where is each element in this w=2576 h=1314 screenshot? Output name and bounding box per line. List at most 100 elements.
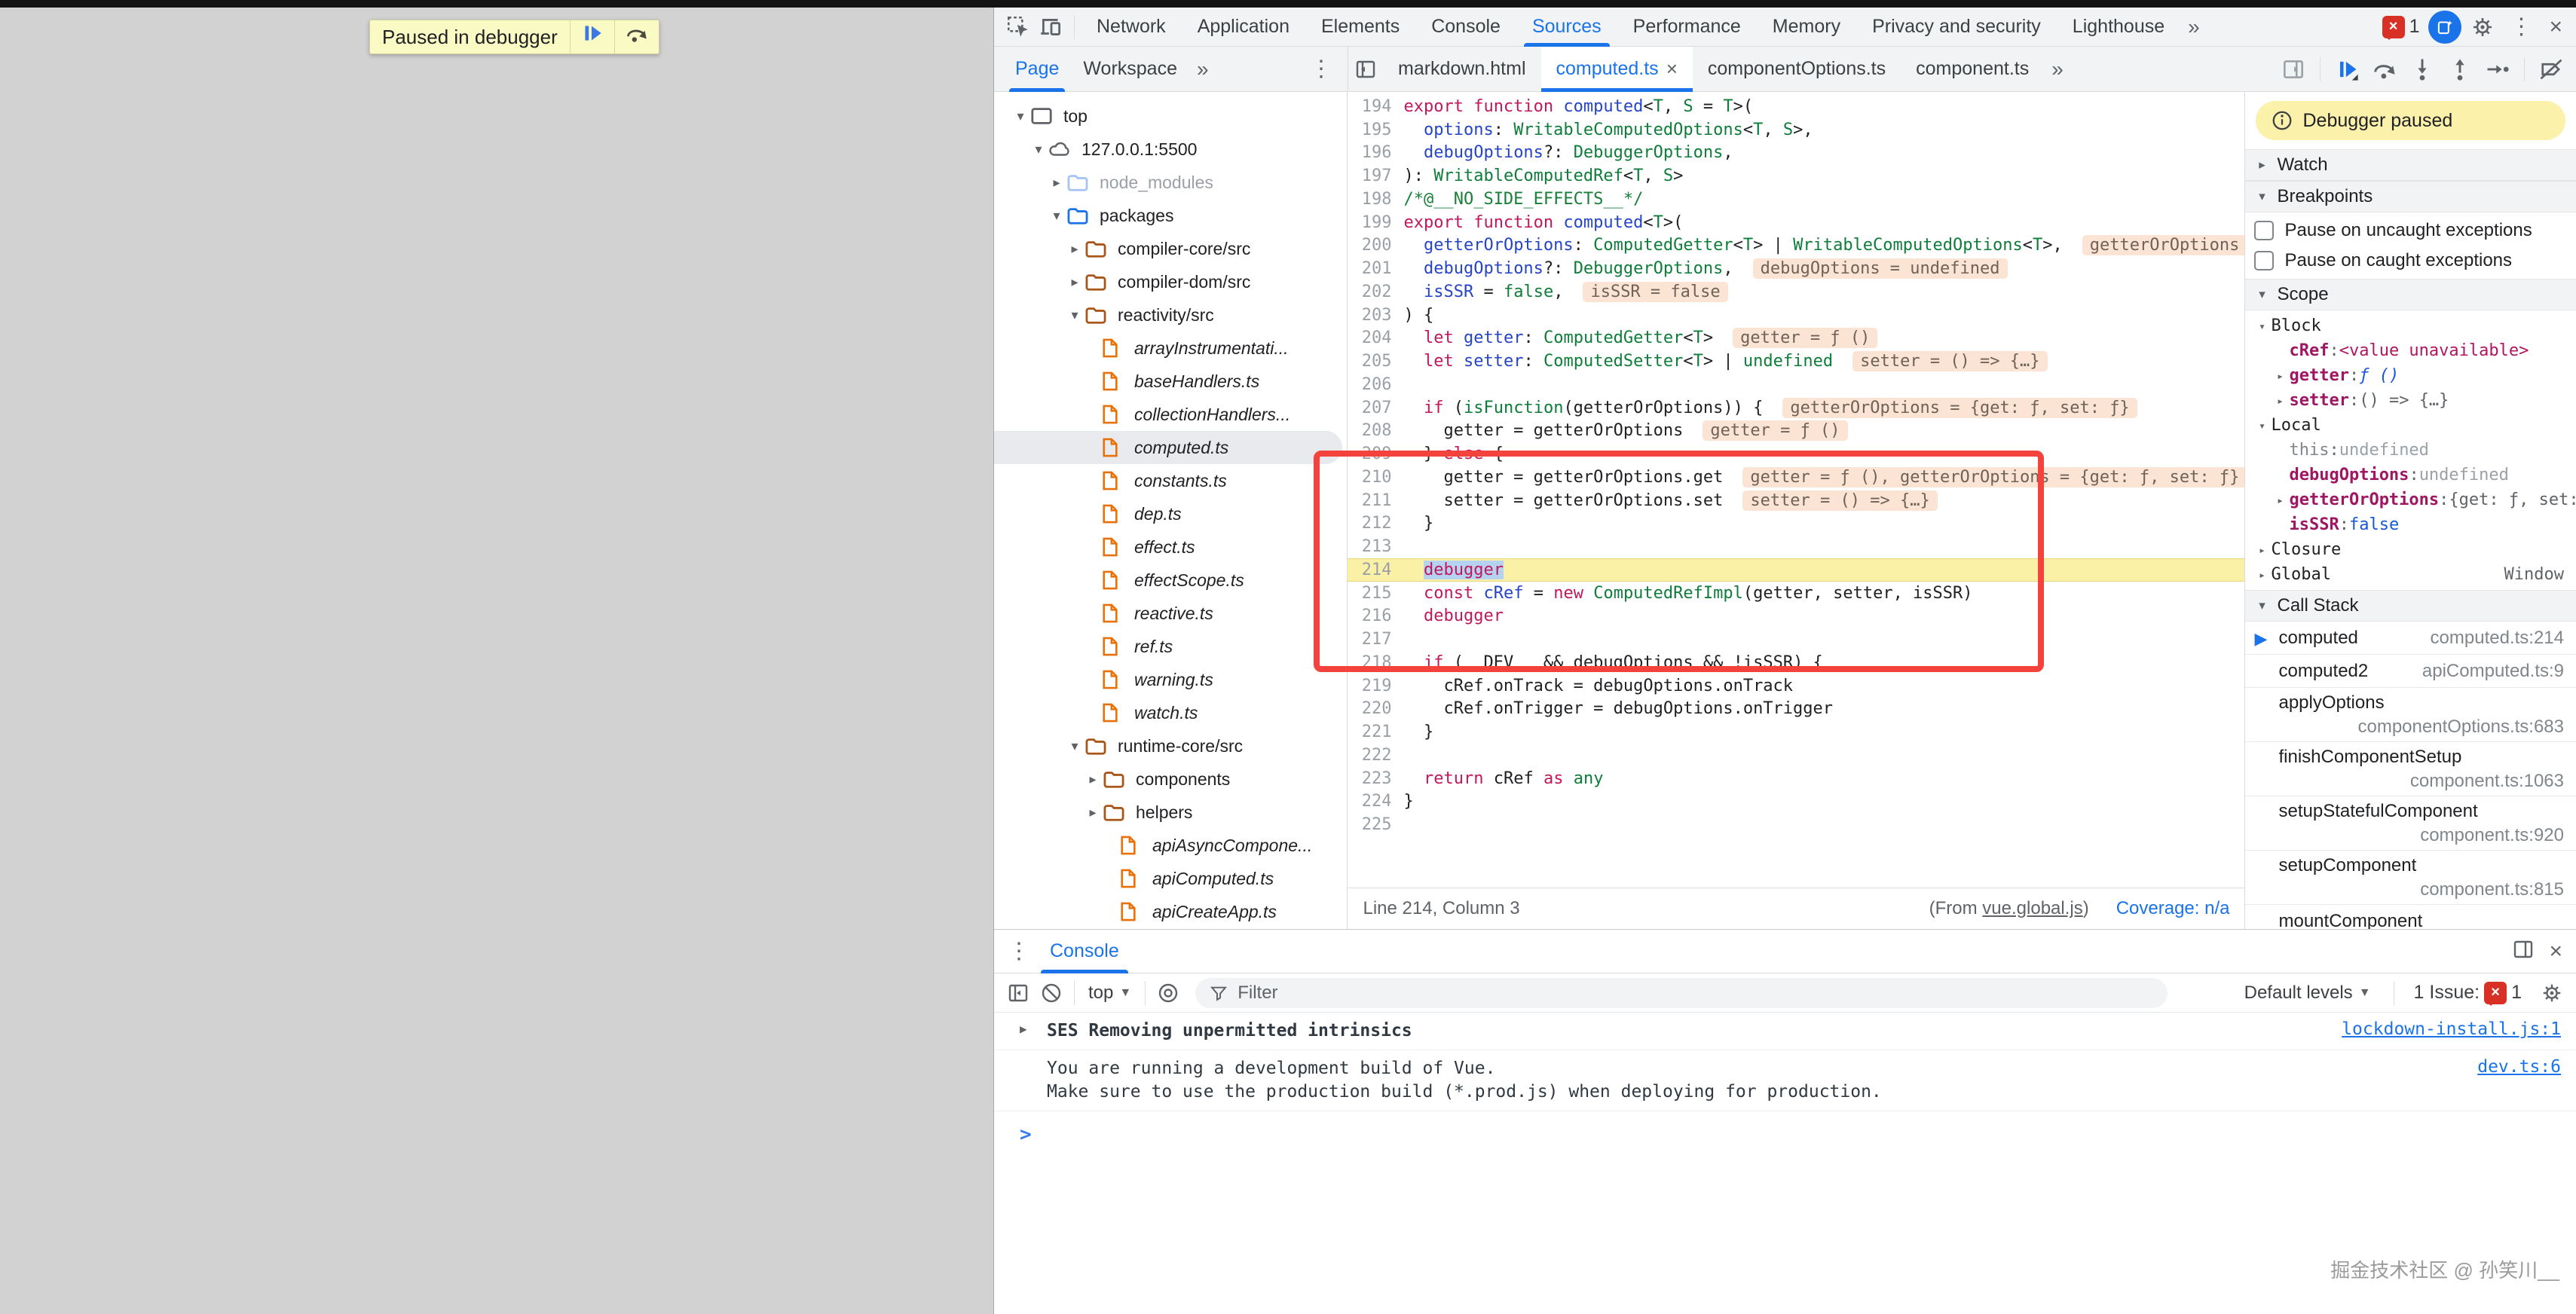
- console-filter-input[interactable]: Filter: [1195, 978, 2168, 1008]
- dock-drawer-icon[interactable]: [2511, 937, 2535, 965]
- tree-file-apicreateapp-ts[interactable]: apiCreateApp.ts: [994, 895, 1347, 928]
- editor-tab-computed-ts[interactable]: computed.ts×: [1541, 47, 1693, 92]
- code-line[interactable]: 211 setter = getterOrOptions.setsetter =…: [1348, 489, 2244, 512]
- call-stack-frame-computed[interactable]: ▶computedcomputed.ts:214: [2245, 622, 2576, 655]
- checkbox-unchecked[interactable]: [2254, 221, 2274, 240]
- tab-sources[interactable]: Sources: [1516, 8, 1617, 47]
- device-toolbar-icon[interactable]: [1035, 11, 1068, 44]
- console-source-link[interactable]: lockdown-install.js:1: [2342, 1019, 2561, 1039]
- deactivate-breakpoints-icon[interactable]: [2534, 52, 2568, 87]
- code-line[interactable]: 219 cRef.onTrack = debugOptions.onTrack: [1348, 674, 2244, 698]
- tree-folder-node-modules[interactable]: ▸node_modules: [994, 166, 1347, 199]
- tree-file-apicomputed-ts[interactable]: apiComputed.ts: [994, 862, 1347, 895]
- more-tabs-icon[interactable]: »: [2180, 15, 2207, 39]
- tree-file-ref-ts[interactable]: ref.ts: [994, 630, 1347, 663]
- step-icon[interactable]: [2480, 52, 2515, 87]
- call-stack-section-header[interactable]: ▾ Call Stack: [2245, 590, 2576, 622]
- scope-group-block[interactable]: ▾Block: [2245, 313, 2576, 338]
- tree-file-apiasynccompone[interactable]: apiAsyncCompone...: [994, 829, 1347, 862]
- editor-tab-markdown-html[interactable]: markdown.html: [1383, 47, 1541, 92]
- tree-folder-127-0-0-1-5500[interactable]: ▾127.0.0.1:5500: [994, 133, 1347, 166]
- code-line[interactable]: 204 let getter: ComputedGetter<T>getter …: [1348, 327, 2244, 350]
- editor-more-tabs-icon[interactable]: »: [2044, 57, 2071, 81]
- scope-var-isssr[interactable]: isSSR: false: [2245, 512, 2576, 537]
- scope-var-setter[interactable]: ▸setter: () => {…}: [2245, 388, 2576, 413]
- navigator-tab-workspace[interactable]: Workspace: [1071, 47, 1189, 92]
- editor-tab-component-ts[interactable]: component.ts: [1901, 47, 2044, 92]
- expand-triangle-icon[interactable]: ▶: [1020, 1022, 1027, 1036]
- code-line[interactable]: 209 } else {: [1348, 442, 2244, 466]
- close-drawer-icon[interactable]: ×: [2543, 939, 2568, 964]
- code-line[interactable]: 216 debugger: [1348, 605, 2244, 628]
- step-into-icon[interactable]: [2405, 52, 2440, 87]
- navigator-tab-page[interactable]: Page: [1003, 47, 1071, 92]
- call-stack-frame-setupstatefulcomponent[interactable]: setupStatefulComponentcomponent.ts:920: [2245, 796, 2576, 851]
- code-line[interactable]: 221 }: [1348, 720, 2244, 744]
- settings-gear-icon[interactable]: [2466, 11, 2499, 44]
- call-stack-frame-finishcomponentsetup[interactable]: finishComponentSetupcomponent.ts:1063: [2245, 742, 2576, 796]
- tree-file-collectionhandlers[interactable]: collectionHandlers...: [994, 398, 1347, 431]
- tree-file-constants-ts[interactable]: constants.ts: [994, 464, 1347, 497]
- code-line[interactable]: 206: [1348, 373, 2244, 396]
- code-line[interactable]: 218 if (__DEV__ && debugOptions && !isSS…: [1348, 651, 2244, 674]
- tree-folder-compiler-dom-src[interactable]: ▸compiler-dom/src: [994, 265, 1347, 298]
- execution-line[interactable]: 214 debugger: [1348, 558, 2244, 582]
- inspect-element-icon[interactable]: [1002, 11, 1035, 44]
- editor-tab-componentoptions-ts[interactable]: componentOptions.ts: [1693, 47, 1901, 92]
- tree-file-effectscope-ts[interactable]: effectScope.ts: [994, 564, 1347, 597]
- code-line[interactable]: 220 cRef.onTrigger = debugOptions.onTrig…: [1348, 698, 2244, 721]
- scope-section-header[interactable]: ▾ Scope: [2245, 279, 2576, 310]
- scope-group-local[interactable]: ▾Local: [2245, 413, 2576, 438]
- step-out-icon[interactable]: [2443, 52, 2477, 87]
- code-line[interactable]: 212 }: [1348, 512, 2244, 536]
- source-map-link[interactable]: vue.global.js: [1982, 898, 2082, 918]
- call-stack-frame-setupcomponent[interactable]: setupComponentcomponent.ts:815: [2245, 851, 2576, 905]
- code-line[interactable]: 201 debugOptions?: DebuggerOptions,debug…: [1348, 257, 2244, 280]
- watch-section-header[interactable]: ▸ Watch: [2245, 149, 2576, 181]
- tree-folder-packages[interactable]: ▾packages: [994, 199, 1347, 232]
- tab-network[interactable]: Network: [1081, 8, 1182, 47]
- code-line[interactable]: 208 getter = getterOrOptionsgetter = ƒ (…: [1348, 420, 2244, 443]
- code-line[interactable]: 222: [1348, 744, 2244, 767]
- navigator-kebab-icon[interactable]: ⋮: [1304, 56, 1338, 82]
- tree-file-reactive-ts[interactable]: reactive.ts: [994, 597, 1347, 630]
- scope-var-this[interactable]: this: undefined: [2245, 438, 2576, 463]
- code-line[interactable]: 210 getter = getterOrOptions.getgetter =…: [1348, 466, 2244, 489]
- tree-file-arrayinstrumentati[interactable]: arrayInstrumentati...: [994, 332, 1347, 365]
- code-line[interactable]: 198/*@__NO_SIDE_EFFECTS__*/: [1348, 188, 2244, 211]
- tab-performance[interactable]: Performance: [1617, 8, 1757, 47]
- dock-side-icon[interactable]: [2276, 52, 2311, 87]
- banner-resume-button[interactable]: [570, 20, 614, 53]
- code-line[interactable]: 205 let setter: ComputedSetter<T> | unde…: [1348, 350, 2244, 373]
- code-line[interactable]: 200 getterOrOptions: ComputedGetter<T> |…: [1348, 234, 2244, 258]
- breakpoint-option-pause-on-caught-exceptions[interactable]: Pause on caught exceptions: [2245, 246, 2576, 276]
- code-line[interactable]: 197): WritableComputedRef<T, S>: [1348, 164, 2244, 188]
- code-line[interactable]: 224}: [1348, 790, 2244, 814]
- tree-folder-components[interactable]: ▸components: [994, 762, 1347, 796]
- tab-application[interactable]: Application: [1182, 8, 1305, 47]
- tab-console[interactable]: Console: [1415, 8, 1516, 47]
- code-area[interactable]: 194export function computed<T, S = T>(19…: [1348, 92, 2244, 888]
- tab-console[interactable]: Console: [1036, 930, 1133, 973]
- code-line[interactable]: 196 debugOptions?: DebuggerOptions,: [1348, 142, 2244, 165]
- call-stack-frame-computed2[interactable]: computed2apiComputed.ts:9: [2245, 655, 2576, 688]
- tab-elements[interactable]: Elements: [1305, 8, 1415, 47]
- close-devtools-icon[interactable]: ×: [2543, 14, 2568, 40]
- code-line[interactable]: 215 const cRef = new ComputedRefImpl(get…: [1348, 582, 2244, 605]
- tree-file-watch-ts[interactable]: watch.ts: [994, 696, 1347, 729]
- call-stack-frame-applyoptions[interactable]: applyOptionscomponentOptions.ts:683: [2245, 688, 2576, 742]
- breakpoints-section-header[interactable]: ▾ Breakpoints: [2245, 181, 2576, 212]
- breakpoint-option-pause-on-uncaught-exceptions[interactable]: Pause on uncaught exceptions: [2245, 215, 2576, 246]
- console-sidebar-icon[interactable]: [1002, 976, 1035, 1010]
- tree-file-effect-ts[interactable]: effect.ts: [994, 530, 1347, 564]
- scope-var-getter[interactable]: ▸getter: ƒ (): [2245, 363, 2576, 388]
- console-issues-counter[interactable]: 1 Issue: × 1: [2409, 982, 2526, 1004]
- tree-file-dep-ts[interactable]: dep.ts: [994, 497, 1347, 530]
- tree-folder-reactivity-src[interactable]: ▾reactivity/src: [994, 298, 1347, 332]
- resume-script-icon[interactable]: [2330, 52, 2364, 87]
- code-line[interactable]: 213: [1348, 535, 2244, 558]
- clear-console-icon[interactable]: [1035, 976, 1068, 1010]
- collapse-navigator-icon[interactable]: [1348, 52, 1383, 87]
- context-selector[interactable]: top▼: [1081, 982, 1139, 1004]
- code-line[interactable]: 223 return cRef as any: [1348, 767, 2244, 790]
